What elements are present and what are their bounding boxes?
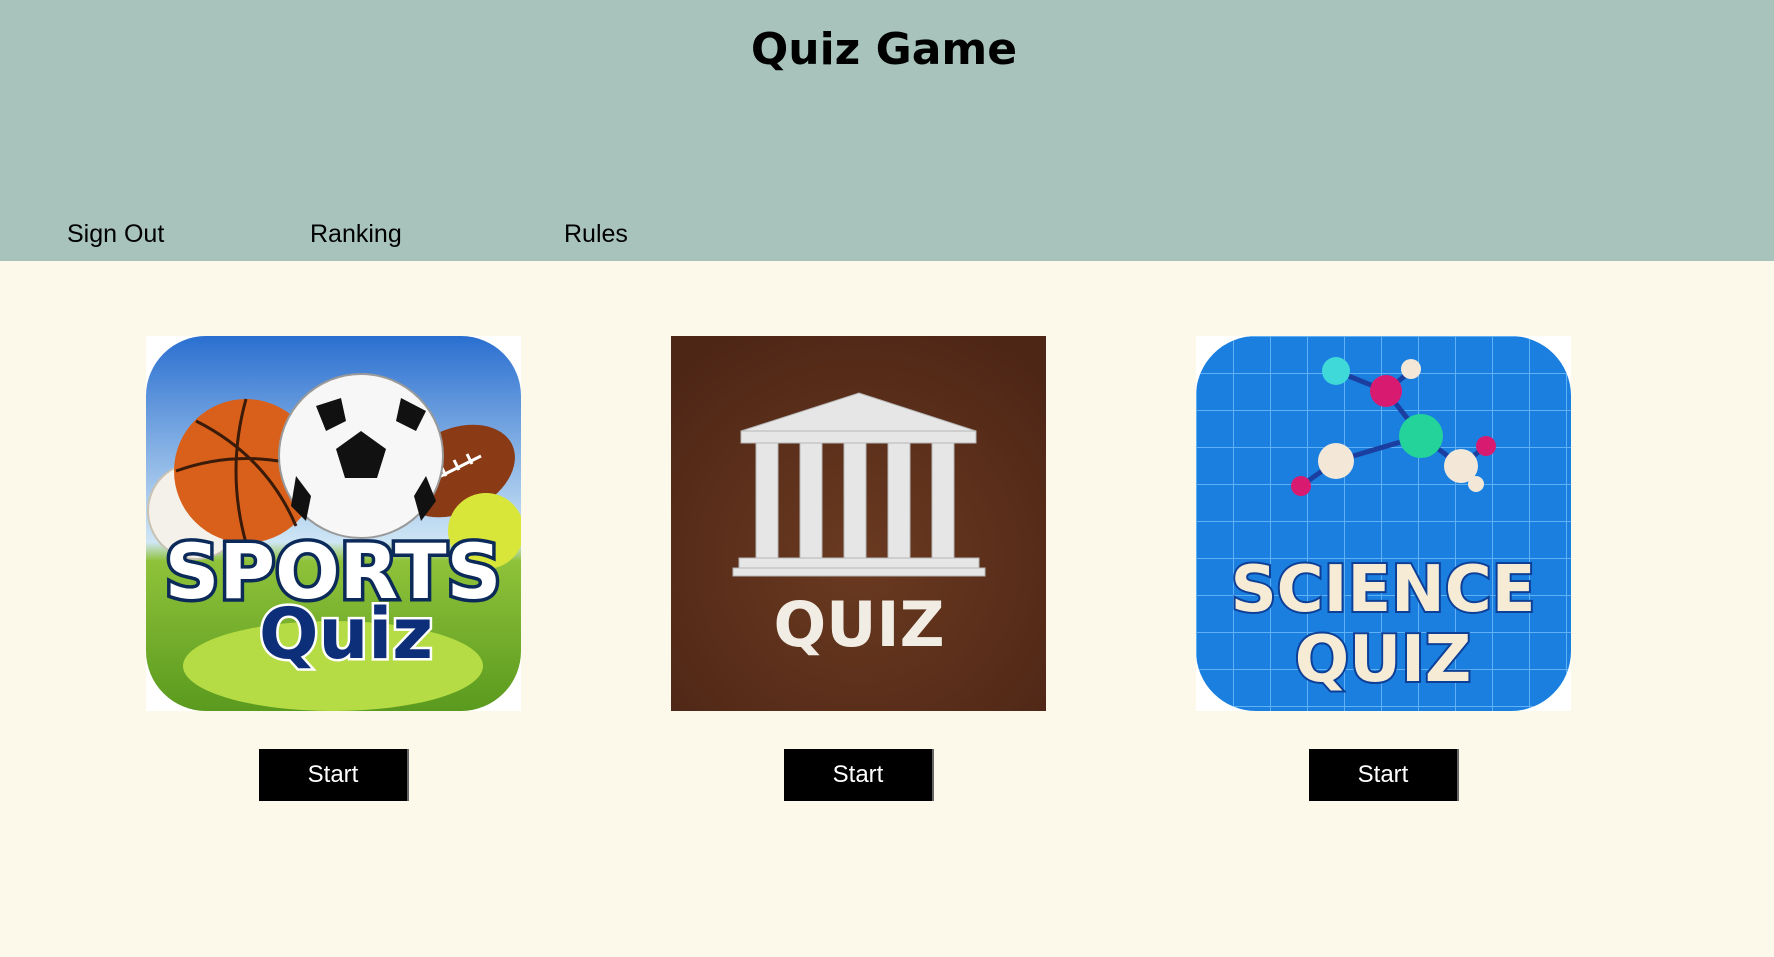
start-science-quiz-button[interactable]: Start — [1309, 749, 1459, 801]
science-quiz-title: SCIENCE — [1231, 553, 1536, 627]
sports-quiz-image: SPORTS Quiz — [146, 336, 521, 711]
nav-ranking[interactable]: Ranking — [310, 220, 402, 249]
header-bar: Quiz Game Sign Out Ranking Rules — [0, 0, 1774, 261]
start-history-quiz-button[interactable]: Start — [784, 749, 934, 801]
nav-sign-out[interactable]: Sign Out — [67, 220, 164, 249]
science-quiz-image: SCIENCE QUIZ — [1196, 336, 1571, 711]
history-quiz-title: QUIZ — [773, 588, 944, 661]
sports-quiz-subtitle: Quiz — [259, 593, 433, 675]
science-quiz-subtitle: QUIZ — [1295, 623, 1472, 697]
start-sports-quiz-button[interactable]: Start — [259, 749, 409, 801]
nav-rules[interactable]: Rules — [564, 220, 628, 249]
history-quiz-image: QUIZ — [671, 336, 1046, 711]
page-title: Quiz Game — [750, 24, 1018, 75]
